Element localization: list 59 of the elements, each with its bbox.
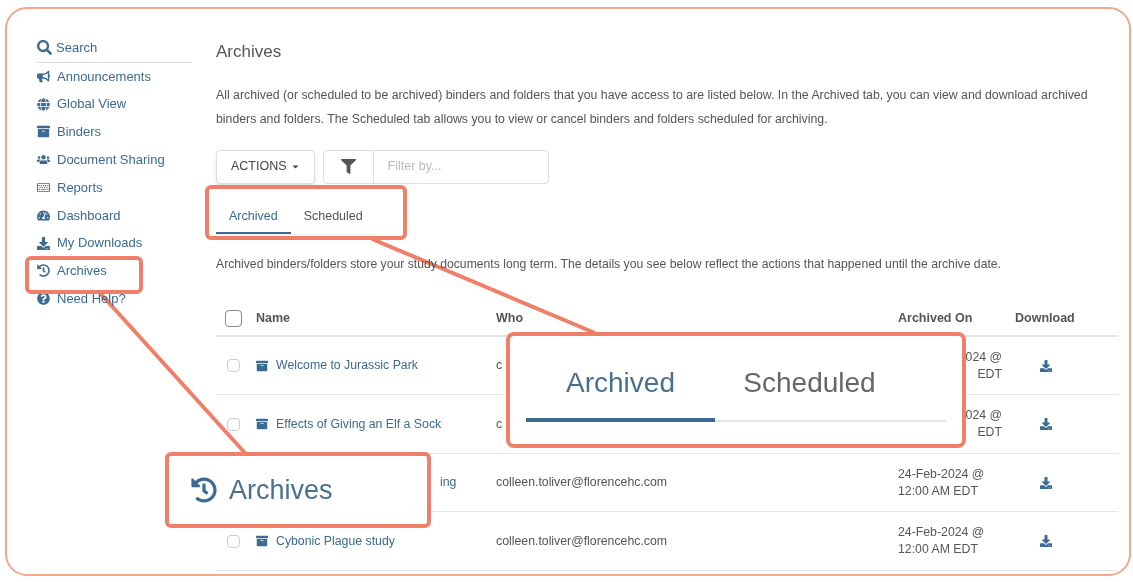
who-cell: c (496, 358, 503, 373)
binder-name-link[interactable]: ing (440, 473, 457, 492)
archive-box-icon (37, 125, 50, 139)
download-icon (37, 236, 50, 250)
sidebar-item[interactable]: Dashboard (57, 205, 121, 226)
download-icon[interactable] (1040, 418, 1052, 431)
keyboard-icon (37, 181, 50, 195)
who-cell: colleen.toliver@florencehc.com (496, 533, 668, 548)
help-icon (37, 292, 50, 306)
sidebar-item[interactable]: Global View (57, 94, 127, 114)
history-icon (191, 477, 217, 503)
page-title: Archives (216, 41, 283, 63)
page-description: All archived (or scheduled to be archived) binders and folders that you have access to are listed below. In the Archived tab, you can view and download archived binders and folders. The Scheduled tab allows you to view or cancel binders and folders scheduled for archiving. (216, 86, 1089, 128)
download-icon[interactable] (1040, 359, 1052, 372)
archived-date-cell: 24-Feb-2024 @ 12:00 AM EDT (898, 525, 985, 557)
checkbox[interactable] (227, 359, 240, 373)
binder-name-link[interactable]: Effects of Giving an Elf a Sock (276, 414, 442, 434)
sidebar-item[interactable]: Reports (57, 177, 103, 198)
archive-box-icon (256, 418, 268, 431)
sidebar-item[interactable]: Document Sharing (57, 150, 165, 170)
column-header: Name (256, 310, 292, 328)
globe-icon (37, 97, 50, 111)
filter-field[interactable]: Filter by... (322, 149, 549, 184)
actions-button[interactable]: ACTIONS (216, 149, 315, 184)
checkbox[interactable] (227, 534, 240, 548)
who-cell: c (496, 416, 503, 431)
sidebar-item[interactable]: Binders (57, 122, 102, 142)
sidebar-item[interactable]: Archives (57, 261, 107, 281)
history-icon (37, 264, 50, 278)
callout-tab-label: Archived (566, 366, 675, 400)
column-header: Archived On (898, 310, 974, 328)
filter-input[interactable]: Filter by... (373, 150, 548, 183)
megaphone-icon (37, 69, 50, 83)
callout-tab-label: Scheduled (743, 366, 876, 400)
download-icon[interactable] (1040, 535, 1052, 548)
binder-name-link[interactable]: Cybonic Plague study (276, 531, 395, 551)
column-header: Who (496, 310, 525, 328)
sidebar-item[interactable]: Announcements (57, 66, 151, 87)
sidebar-search-link[interactable]: Search (56, 38, 98, 58)
caret-icon (290, 162, 300, 171)
select-all-checkbox[interactable] (225, 310, 242, 328)
callout-label: Archives (229, 473, 333, 507)
column-header: Download (1014, 310, 1076, 328)
people-icon (37, 153, 50, 167)
binder-name-link[interactable]: Welcome to Jurassic Park (276, 356, 418, 375)
tab[interactable]: Scheduled (290, 200, 376, 234)
archive-box-icon (256, 359, 268, 372)
filter-icon (340, 159, 356, 174)
sidebar-item[interactable]: My Downloads (57, 233, 143, 253)
download-icon[interactable] (1040, 476, 1052, 489)
archived-date-cell: 024 @ EDT (965, 408, 1002, 440)
search-icon (37, 40, 52, 56)
gauge-icon (37, 208, 50, 222)
who-cell: colleen.toliver@florencehc.com (496, 475, 668, 490)
archived-date-cell: 24-Feb-2024 @ 12:00 AM EDT (898, 466, 985, 498)
tab[interactable]: Archived (216, 200, 291, 234)
checkbox[interactable] (227, 417, 240, 431)
archived-date-cell: 024 @ EDT (965, 349, 1002, 381)
archive-box-icon (256, 535, 268, 548)
